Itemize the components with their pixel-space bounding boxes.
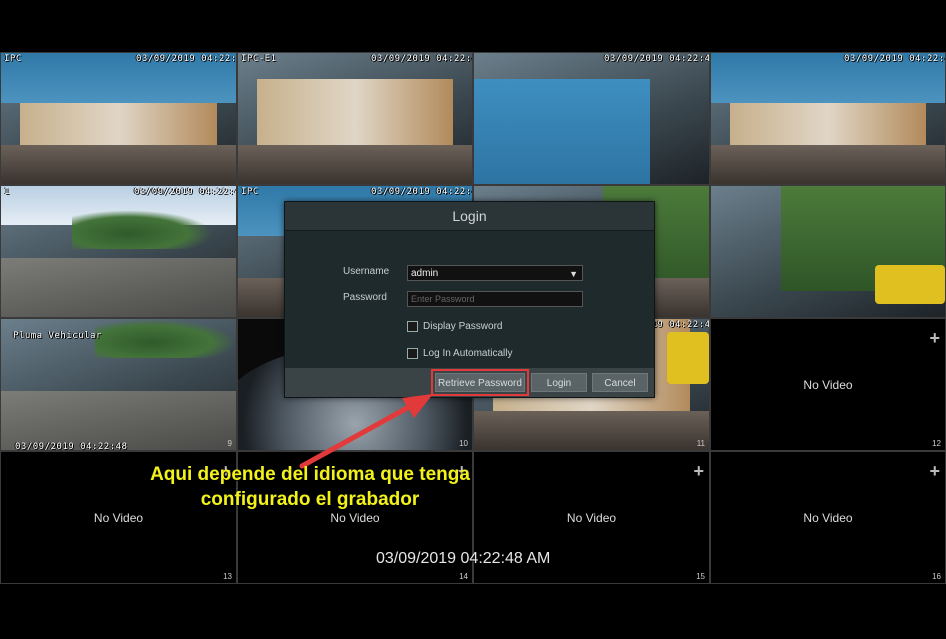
annotation-text: Aqui depende del idioma que tenga config… [120,462,500,512]
annotation-arrow [299,394,433,469]
system-clock: 03/09/2019 04:22:48 AM [376,550,551,567]
annotation-line-1: Aqui depende del idioma que tenga [150,464,470,485]
annotation-line-2: configurado el grabador [200,489,420,510]
